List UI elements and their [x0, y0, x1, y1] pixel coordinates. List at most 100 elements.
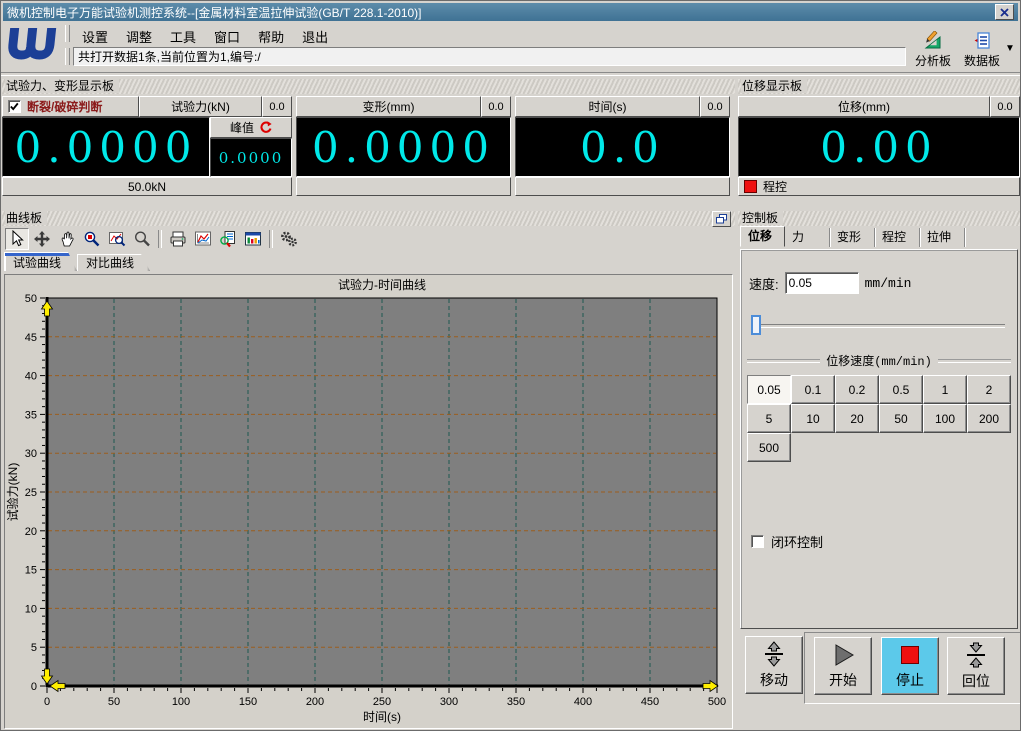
curve-tab-0[interactable]: 试验曲线 — [4, 252, 77, 271]
closed-loop-checkbox[interactable] — [751, 535, 764, 548]
zoom-tool-button[interactable] — [130, 228, 154, 250]
force-range-label: 50.0kN — [2, 177, 292, 196]
select-tool-button[interactable] — [5, 228, 29, 250]
menu-item-5[interactable]: 退出 — [293, 25, 337, 45]
speed-unit-label: mm/min — [864, 275, 912, 291]
fracture-checkbox-cell[interactable]: 断裂/破碎判断 — [2, 96, 139, 117]
svg-text:500: 500 — [708, 696, 726, 708]
window-title: 微机控制电子万能试验机测控系统--[金属材料室温拉伸试验(GB/T 228.1-… — [7, 5, 422, 20]
control-tab-3[interactable]: 程控 — [875, 228, 920, 247]
toolbar-overflow-arrow[interactable]: ▼ — [1005, 43, 1015, 54]
displacement-panel: 位移显示板 位移(mm) 0.0 0.00 程控 — [738, 79, 1020, 209]
zoom-icon — [134, 231, 150, 247]
data-panel-button[interactable]: 数据板 — [959, 30, 1005, 70]
move-arrows-icon — [765, 641, 783, 667]
speed-button-grid: 0.05 0.1 0.2 0.5 1 2 5 10 20 50 100 200 500 — [747, 375, 1011, 462]
pan-icon — [61, 231, 74, 247]
force-time-chart[interactable]: 0 50 100 150 200 250 300 350 400 450 500 0 5 10 15 20 25… — [5, 275, 732, 729]
data-panel-label: 数据板 — [963, 54, 1000, 68]
svg-text:30: 30 — [25, 448, 37, 460]
control-panel-title: 控制板 — [741, 211, 784, 225]
home-button[interactable]: 回位 — [947, 637, 1005, 695]
zoom-region-icon — [84, 231, 100, 247]
check-icon — [10, 102, 19, 111]
play-icon — [835, 644, 854, 666]
speed-button-10[interactable]: 10 — [791, 404, 835, 433]
close-button[interactable] — [995, 4, 1014, 20]
zoom-region-tool-button[interactable] — [80, 228, 104, 250]
deform-header: 变形(mm) — [296, 96, 481, 117]
print-tool-button[interactable] — [166, 228, 190, 250]
speed-input[interactable] — [784, 272, 859, 294]
curve-tab-1[interactable]: 对比曲线 — [77, 254, 150, 271]
speed-button-50[interactable]: 50 — [879, 404, 923, 433]
curve-style-icon — [195, 231, 211, 246]
svg-text:350: 350 — [507, 696, 525, 708]
data-board-icon — [974, 32, 990, 49]
fracture-checkbox[interactable] — [8, 100, 21, 113]
time-aux-value: 0.0 — [700, 96, 730, 117]
app-window: 微机控制电子万能试验机测控系统--[金属材料室温拉伸试验(GB/T 228.1-… — [0, 0, 1021, 731]
speed-slider-handle[interactable] — [751, 315, 761, 335]
speed-button-0.5[interactable]: 0.5 — [879, 375, 923, 404]
analysis-panel-label: 分析板 — [914, 54, 951, 68]
svg-text:40: 40 — [25, 371, 37, 383]
speed-label: 速度: — [749, 276, 779, 292]
curve-style-tool-button[interactable] — [191, 228, 215, 250]
stop-square-icon — [901, 646, 919, 664]
menu-item-3[interactable]: 窗口 — [205, 25, 249, 45]
close-icon — [1000, 7, 1009, 17]
gears-tool-button[interactable] — [277, 228, 301, 250]
speed-button-0.1[interactable]: 0.1 — [791, 375, 835, 404]
time-footer — [515, 177, 730, 196]
closed-loop-row[interactable]: 闭环控制 — [751, 532, 823, 551]
displacement-aux-value: 0.0 — [990, 96, 1020, 117]
speed-slider-track[interactable] — [751, 315, 1005, 335]
svg-text:试验力(kN): 试验力(kN) — [5, 463, 20, 522]
svg-text:时间(s): 时间(s) — [363, 710, 401, 724]
speed-button-500[interactable]: 500 — [747, 433, 791, 462]
float-panel-button[interactable] — [712, 211, 731, 227]
svg-text:200: 200 — [306, 696, 324, 708]
force-value-display: 0.0000 — [2, 117, 210, 177]
pan-tool-button[interactable] — [55, 228, 79, 250]
zoom-curve-tool-button[interactable] — [105, 228, 129, 250]
displacement-value-display: 0.00 — [738, 117, 1020, 177]
menu-item-1[interactable]: 调整 — [117, 25, 161, 45]
peak-header[interactable]: 峰值 — [210, 117, 292, 138]
restore-icon — [716, 214, 727, 224]
menu-item-4[interactable]: 帮助 — [249, 25, 293, 45]
curve-inspect-icon — [220, 231, 235, 248]
force-display-panel: 试验力、变形显示板 断裂/破碎判断 试验力(kN) 0.0 0.0000 峰值 … — [2, 79, 735, 209]
speed-button-1[interactable]: 1 — [923, 375, 967, 404]
curve-chart-area[interactable]: 0 50 100 150 200 250 300 350 400 450 500 0 5 10 15 20 25… — [4, 274, 733, 729]
move-button-label: 移动 — [760, 672, 788, 688]
control-tab-4[interactable]: 拉伸 — [920, 228, 965, 247]
data-window-tool-button[interactable] — [241, 228, 265, 250]
time-display-unit: 时间(s) 0.0 0.0 — [515, 96, 730, 196]
speed-button-5[interactable]: 5 — [747, 404, 791, 433]
move-tool-button[interactable] — [30, 228, 54, 250]
move-button[interactable]: 移动 — [745, 636, 803, 694]
menu-item-0[interactable]: 设置 — [73, 25, 117, 45]
deform-value-display: 0.0000 — [296, 117, 511, 177]
stop-button[interactable]: 停止 — [881, 637, 939, 695]
speed-button-0.05[interactable]: 0.05 — [747, 375, 791, 404]
speed-button-100[interactable]: 100 — [923, 404, 967, 433]
start-button[interactable]: 开始 — [814, 637, 872, 695]
svg-text:0: 0 — [44, 696, 50, 708]
curve-inspect-tool-button[interactable] — [216, 228, 240, 250]
svg-text:0: 0 — [31, 681, 37, 693]
control-tab-2[interactable]: 变形 — [830, 228, 875, 247]
speed-button-0.2[interactable]: 0.2 — [835, 375, 879, 404]
speed-button-200[interactable]: 200 — [967, 404, 1011, 433]
speed-button-2[interactable]: 2 — [967, 375, 1011, 404]
speed-button-20[interactable]: 20 — [835, 404, 879, 433]
control-tab-1[interactable]: 力 — [785, 228, 830, 247]
menubar-grip — [65, 25, 70, 42]
analysis-panel-button[interactable]: 分析板 — [907, 30, 959, 70]
control-panel: 控制板 位移力变形程控拉伸 速度: mm/min 位移速度(mm/min) 0.… — [738, 211, 1020, 730]
peak-reset-icon[interactable] — [259, 121, 272, 134]
menu-item-2[interactable]: 工具 — [161, 25, 205, 45]
control-tab-0[interactable]: 位移 — [740, 226, 785, 247]
